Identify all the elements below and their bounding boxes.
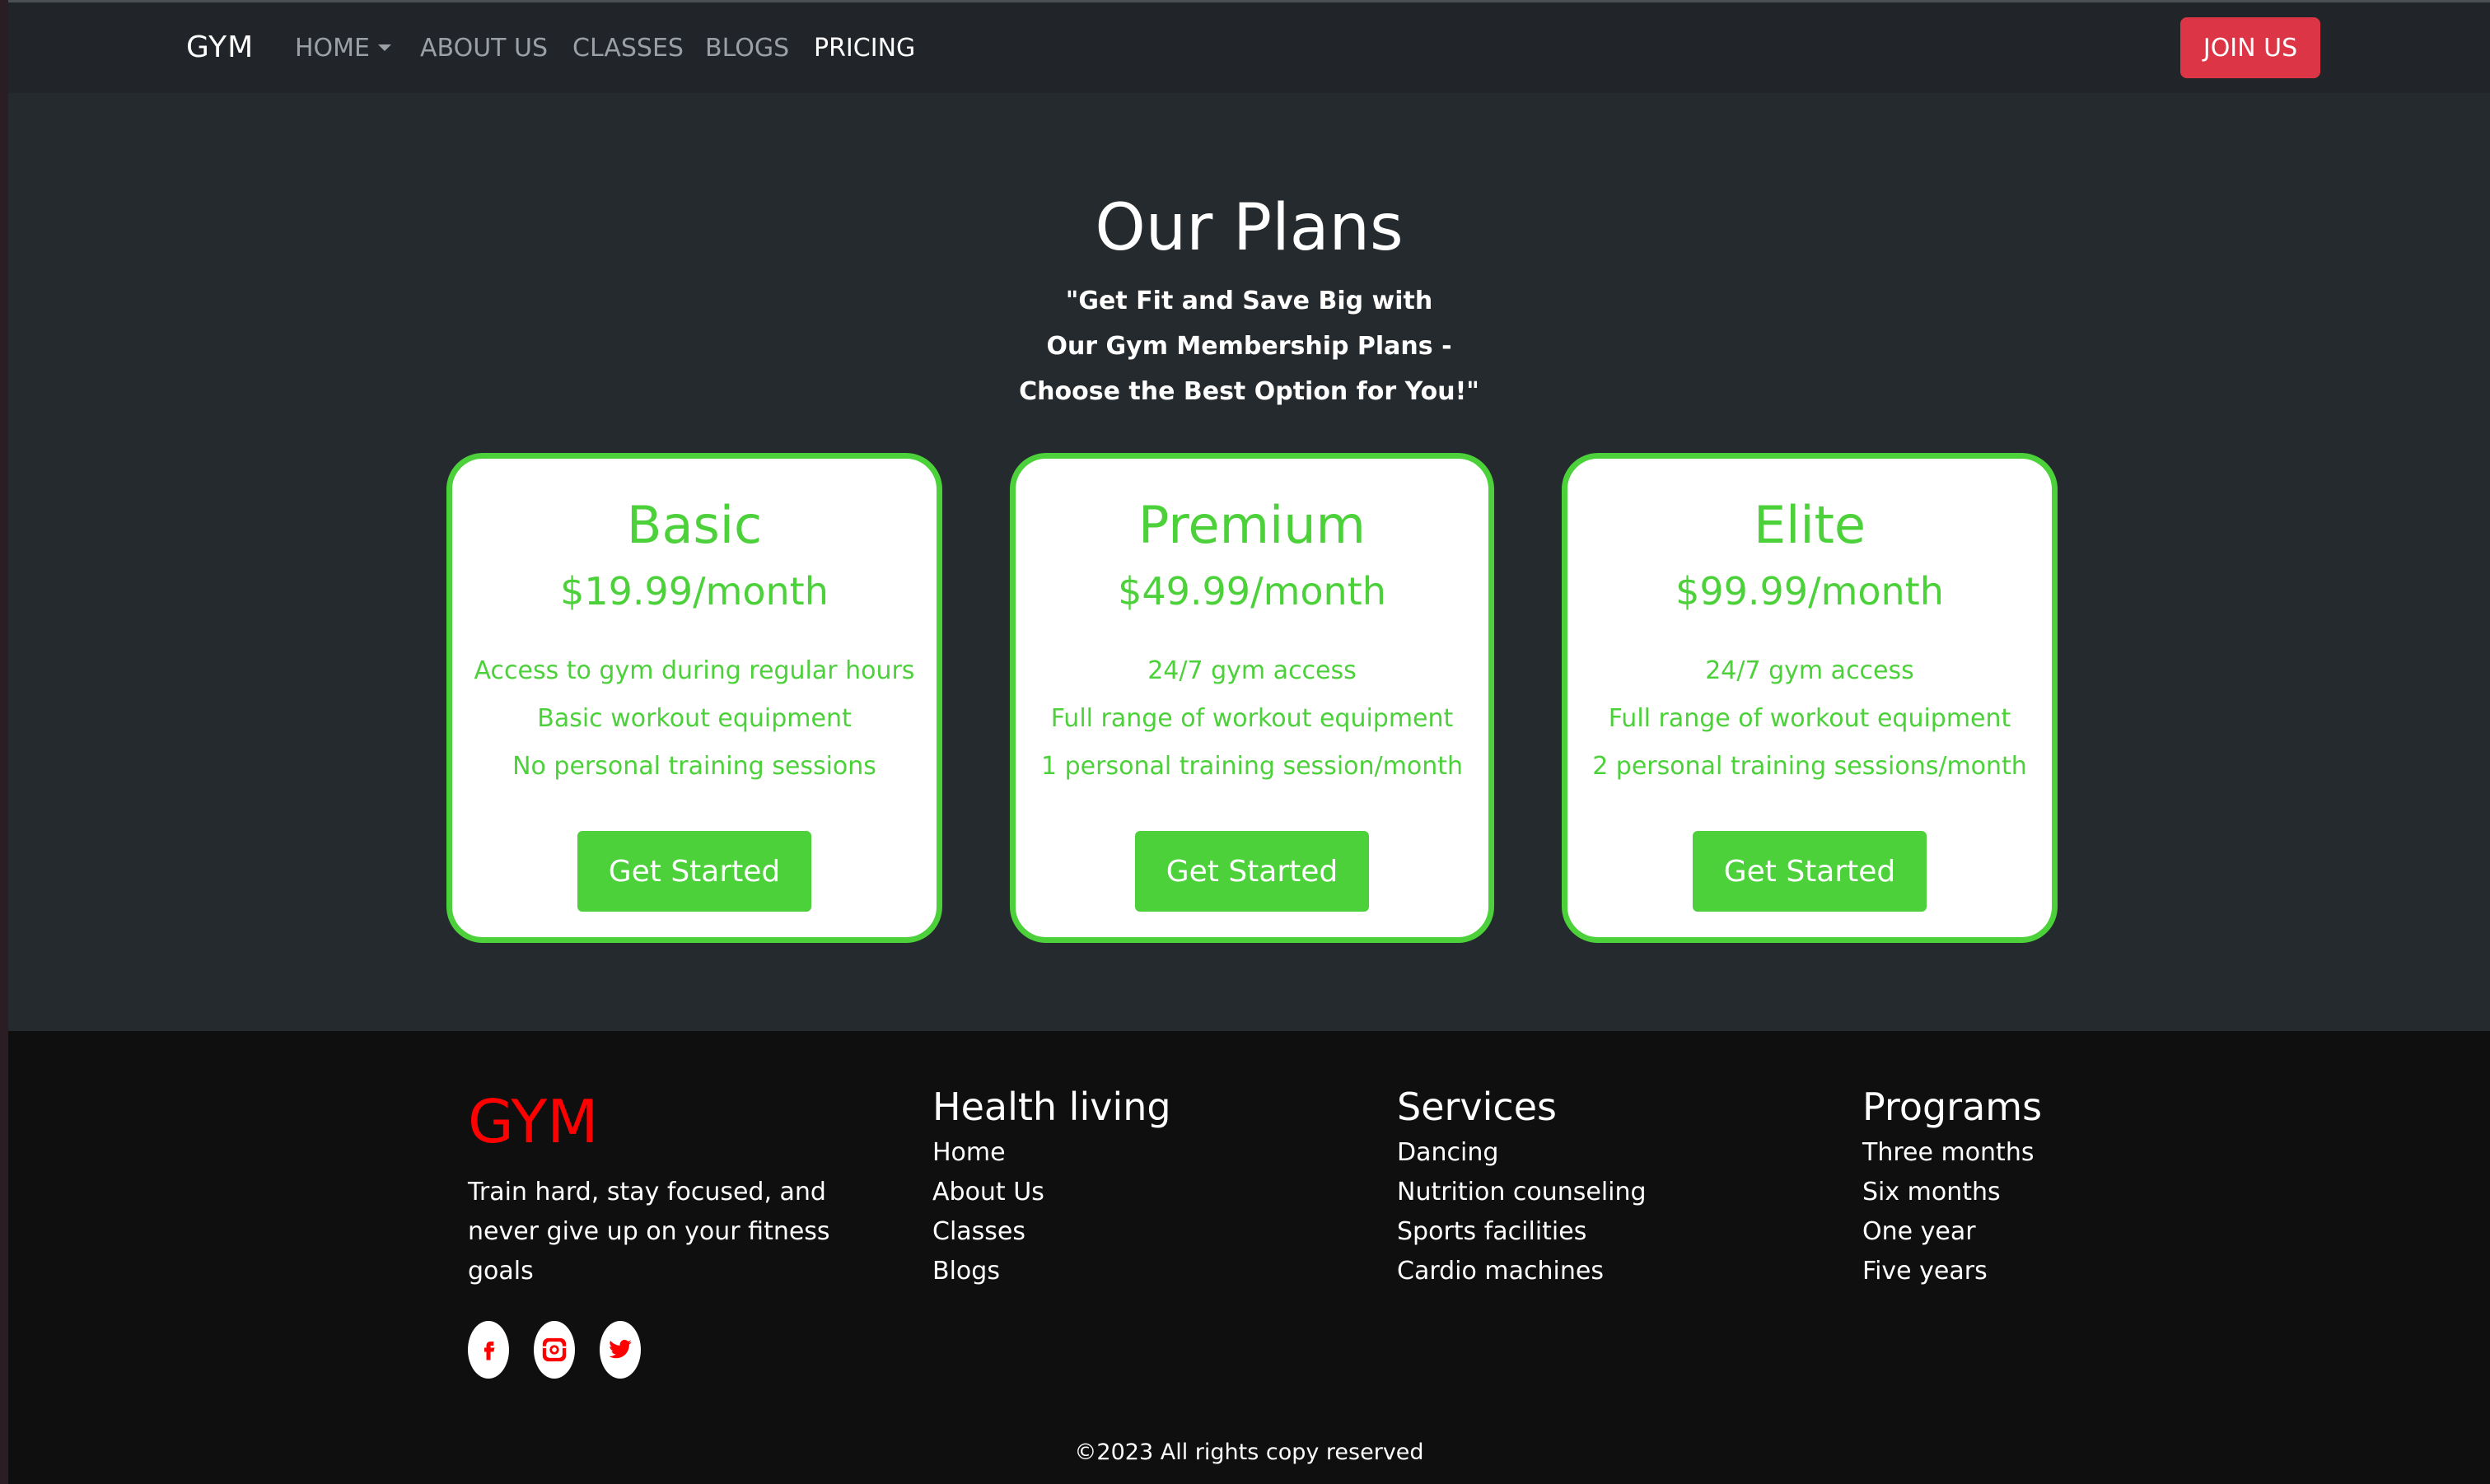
footer-link-three-months[interactable]: Three months: [1862, 1133, 2042, 1173]
footer-col-health-living: Health living Home About Us Classes Blog…: [932, 1080, 1171, 1291]
footer-col-programs: Programs Three months Six months One yea…: [1862, 1080, 2042, 1291]
footer-link-five-years[interactable]: Five years: [1862, 1252, 2042, 1291]
instagram-glyph: [542, 1337, 567, 1362]
plans-subtitle-line: Choose the Best Option for You!": [1019, 377, 1479, 406]
nav-home-label: HOME: [295, 34, 371, 63]
page: GYM HOME ABOUT US CLASSES BLOGS PRICING …: [8, 0, 2490, 1484]
plan-features: 24/7 gym access Full range of workout eq…: [1567, 647, 2052, 791]
nav-brand[interactable]: GYM: [186, 30, 254, 64]
footer-link-nutrition[interactable]: Nutrition counseling: [1397, 1173, 1647, 1212]
plan-card-basic: Basic $19.99/month Access to gym during …: [446, 453, 942, 943]
plan-feature: 24/7 gym access: [1705, 656, 1914, 685]
nav-about-us[interactable]: ABOUT US: [420, 34, 548, 63]
plan-feature: No personal training sessions: [512, 752, 876, 781]
footer-link-classes[interactable]: Classes: [932, 1212, 1171, 1252]
get-started-button[interactable]: Get Started: [1693, 831, 1927, 912]
plan-feature: Access to gym during regular hours: [474, 656, 915, 685]
plan-card-elite: Elite $99.99/month 24/7 gym access Full …: [1562, 453, 2058, 943]
plan-name: Premium: [1138, 495, 1366, 555]
plan-price: $19.99/month: [560, 569, 829, 614]
facebook-glyph: [484, 1342, 495, 1360]
footer-link-about-us[interactable]: About Us: [932, 1173, 1171, 1212]
plan-feature: Full range of workout equipment: [1050, 704, 1454, 733]
footer-link-one-year[interactable]: One year: [1862, 1212, 2042, 1252]
plan-card-premium: Premium $49.99/month 24/7 gym access Ful…: [1010, 453, 1494, 943]
copyright: ©2023 All rights copy reserved: [1074, 1440, 1424, 1465]
plan-price: $99.99/month: [1675, 569, 1944, 614]
nav-pricing[interactable]: PRICING: [814, 34, 915, 63]
facebook-icon[interactable]: [468, 1321, 509, 1379]
plan-feature: Full range of workout equipment: [1608, 704, 2011, 733]
footer-col-title: Services: [1397, 1085, 1557, 1129]
plan-feature: Basic workout equipment: [537, 704, 852, 733]
footer-link-home[interactable]: Home: [932, 1133, 1171, 1173]
footer: GYM Train hard, stay focused, and never …: [8, 1031, 2490, 1484]
plans-title: Our Plans: [1095, 191, 1404, 265]
twitter-glyph: [609, 1339, 632, 1359]
navbar: GYM HOME ABOUT US CLASSES BLOGS PRICING …: [8, 2, 2490, 93]
instagram-icon[interactable]: [534, 1321, 575, 1379]
get-started-button[interactable]: Get Started: [1135, 831, 1369, 912]
footer-link-six-months[interactable]: Six months: [1862, 1173, 2042, 1212]
twitter-icon[interactable]: [600, 1321, 641, 1379]
plan-features: 24/7 gym access Full range of workout eq…: [1016, 647, 1488, 791]
footer-link-cardio[interactable]: Cardio machines: [1397, 1252, 1647, 1291]
footer-col-title: Health living: [932, 1085, 1171, 1129]
caret-down-icon: [378, 44, 392, 51]
get-started-button[interactable]: Get Started: [577, 831, 811, 912]
plan-feature: 2 personal training sessions/month: [1592, 752, 2027, 781]
plans-subtitle-line: Our Gym Membership Plans -: [1046, 332, 1452, 361]
plans-subtitle-line: "Get Fit and Save Big with: [1065, 287, 1433, 315]
plan-name: Elite: [1753, 495, 1866, 555]
plan-features: Access to gym during regular hours Basic…: [452, 647, 937, 791]
nav-classes[interactable]: CLASSES: [572, 34, 684, 63]
plan-feature: 1 personal training session/month: [1041, 752, 1463, 781]
footer-link-dancing[interactable]: Dancing: [1397, 1133, 1647, 1173]
footer-col-title: Programs: [1862, 1085, 2043, 1129]
footer-col-services: Services Dancing Nutrition counseling Sp…: [1397, 1080, 1647, 1291]
plan-name: Basic: [626, 495, 763, 555]
plans-subtitle: "Get Fit and Save Big with Our Gym Membe…: [8, 278, 2490, 414]
nav-blogs[interactable]: BLOGS: [705, 34, 789, 63]
footer-tagline: Train hard, stay focused, and never give…: [468, 1178, 830, 1286]
footer-link-blogs[interactable]: Blogs: [932, 1252, 1171, 1291]
plan-price: $49.99/month: [1118, 569, 1386, 614]
footer-link-sports[interactable]: Sports facilities: [1397, 1212, 1647, 1252]
join-us-button[interactable]: JOIN US: [2180, 17, 2320, 78]
footer-logo: GYM: [468, 1087, 599, 1156]
nav-home-dropdown[interactable]: HOME: [295, 34, 392, 63]
plan-feature: 24/7 gym access: [1147, 656, 1357, 685]
